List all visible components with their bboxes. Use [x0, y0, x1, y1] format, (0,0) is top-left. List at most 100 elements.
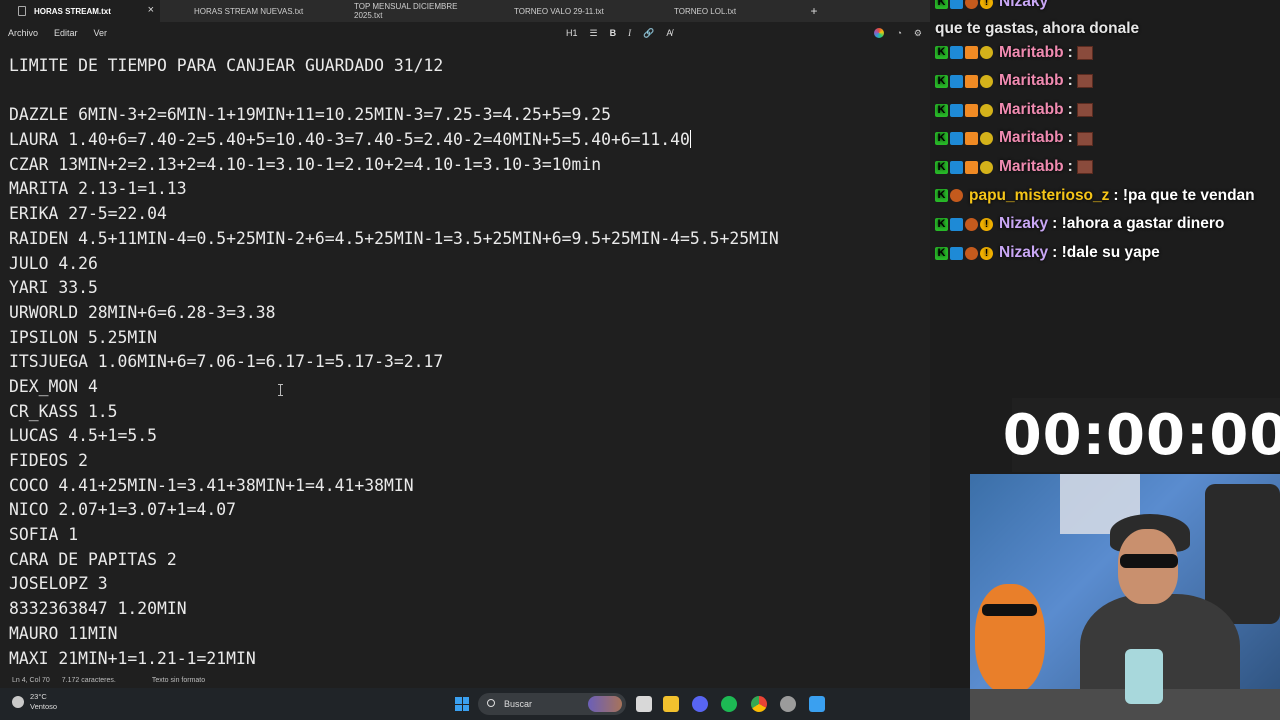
chat-message: K! Nizaky : !dale su yape — [935, 239, 1280, 268]
badge-icon: ! — [980, 0, 993, 9]
weather-widget[interactable]: 23°C Ventoso — [30, 692, 57, 712]
search-icon — [487, 699, 495, 707]
chat-message: K! Nizaky : !ahora a gastar dinero — [935, 210, 1280, 239]
discord-icon[interactable] — [692, 696, 708, 712]
editor-line: DEX_MON 4 — [9, 376, 98, 396]
tab-label: TORNEO VALO 29-11.txt — [514, 6, 604, 16]
chat-message: K Maritabb : — [935, 153, 1280, 182]
badge-icon — [965, 0, 978, 9]
settings-app-icon[interactable] — [780, 696, 796, 712]
heading-dropdown[interactable]: H1 — [566, 28, 578, 38]
chat-username: papu_misterioso_z — [969, 186, 1110, 204]
taskbar-search[interactable]: Buscar — [478, 693, 626, 715]
tab-horas-stream[interactable]: HORAS STREAM.txt × — [0, 0, 160, 22]
tab-top-mensual[interactable]: TOP MENSUAL DICIEMBRE 2025.txt — [320, 0, 480, 22]
chat-username: Maritabb — [999, 72, 1064, 90]
badge-icon: K — [935, 217, 948, 231]
tab-bar: HORAS STREAM.txt × HORAS STREAM NUEVAS.t… — [0, 0, 930, 22]
list-icon[interactable]: ☰ — [590, 28, 598, 39]
chat-message-text: que te gastas, ahora donale — [935, 19, 1140, 37]
copilot-icon[interactable] — [874, 28, 885, 38]
chat-message: K papu_misterioso_z : !pa que te vendan — [935, 182, 1280, 211]
emote-icon — [1076, 160, 1093, 175]
chat-username: Nizaky — [999, 0, 1049, 10]
document-icon — [18, 6, 26, 16]
tab-torneo-valo[interactable]: TORNEO VALO 29-11.txt — [480, 0, 640, 22]
badge-icon — [980, 46, 993, 60]
cursor-position: Ln 4, Col 70 — [12, 676, 50, 684]
chrome-icon[interactable] — [751, 696, 767, 712]
new-tab-button[interactable]: + — [804, 4, 824, 18]
temperature: 23°C — [30, 692, 47, 701]
badge-icon — [950, 160, 963, 174]
menu-view[interactable]: Ver — [86, 28, 116, 38]
chat-text: : !ahora a gastar dinero — [1052, 215, 1225, 233]
menu-bar: Archivo Editar Ver — [0, 22, 930, 44]
chat-username: Nizaky — [999, 215, 1049, 233]
notepad-app-icon[interactable] — [809, 696, 825, 712]
emote-icon — [1076, 45, 1093, 60]
editor-line: NICO 2.07+1=3.07+1=4.07 — [9, 500, 236, 520]
editor-line-active: LAURA 1.40+6=7.40-2=5.40+5=10.40-3=7.40-… — [9, 128, 930, 153]
tab-label: HORAS STREAM NUEVAS.txt — [194, 6, 304, 16]
badge-icon — [965, 46, 978, 60]
editor-line: LIMITE DE TIEMPO PARA CANJEAR GUARDADO 3… — [9, 56, 444, 75]
editor-line: LUCAS 4.5+1=5.5 — [9, 426, 158, 446]
taskbar: 23°C Ventoso Buscar — [0, 688, 970, 720]
chat-text: : — [1067, 100, 1073, 118]
chat-text: : !pa que te vendan — [1113, 186, 1255, 204]
chat-text: : — [1067, 129, 1073, 147]
tab-horas-stream-nuevas[interactable]: HORAS STREAM NUEVAS.txt — [160, 0, 320, 22]
badge-icon — [950, 217, 963, 231]
webcam-cup — [1125, 649, 1163, 704]
editor-line: SOFIA 1 — [9, 525, 79, 545]
badge-icon: K — [935, 0, 948, 9]
bold-button[interactable]: B — [610, 28, 617, 38]
ibeam-cursor-icon — [278, 384, 285, 396]
badge-icon — [980, 132, 993, 146]
badge-icon — [965, 132, 978, 146]
text-editor[interactable]: LIMITE DE TIEMPO PARA CANJEAR GUARDADO 3… — [0, 54, 930, 670]
search-highlight-icon — [588, 696, 622, 712]
task-view-icon[interactable] — [636, 696, 652, 712]
chat-text: : — [1067, 43, 1073, 61]
badge-icon — [950, 46, 963, 60]
badge-icon — [965, 217, 978, 231]
clear-format-icon[interactable]: A̸ — [666, 28, 672, 38]
editor-line: ITSJUEGA 1.06MIN+6=7.06-1=6.17-1=5.17-3=… — [9, 352, 444, 372]
editor-line: FIDEOS 2 — [9, 451, 88, 470]
status-bar: Ln 4, Col 70 7.172 caracteres. Texto sin… — [0, 672, 930, 688]
editor-line: MAURO 11MIN — [9, 623, 118, 643]
editor-line: COCO 4.41+25MIN-1=3.41+38MIN+1=4.41+38MI… — [9, 475, 414, 495]
editor-line-text: LAURA 1.40+6=7.40-2=5.40+5=10.40-3=7.40-… — [9, 130, 690, 150]
close-tab-icon[interactable]: × — [148, 4, 154, 16]
tab-torneo-lol[interactable]: TORNEO LOL.txt — [640, 0, 800, 22]
menu-edit[interactable]: Editar — [46, 28, 86, 38]
badge-icon — [965, 74, 978, 88]
editor-line: CZAR 13MIN+2=2.13+2=4.10-1=3.10-1=2.10+2… — [9, 154, 602, 174]
stream-timer: 00:00:00 — [1003, 398, 1280, 472]
badge-icon — [950, 103, 963, 117]
menu-file[interactable]: Archivo — [0, 28, 46, 38]
file-explorer-icon[interactable] — [663, 696, 679, 712]
windows-start-icon[interactable] — [455, 697, 469, 711]
spotify-icon[interactable] — [721, 696, 737, 712]
account-icon[interactable]: ◔ — [896, 28, 901, 38]
webcam-sunglasses — [1120, 554, 1178, 568]
editor-line: ERIKA 27-5=22.04 — [9, 204, 167, 224]
chat-username: Maritabb — [999, 129, 1064, 147]
screen: HORAS STREAM.txt × HORAS STREAM NUEVAS.t… — [0, 0, 1280, 720]
emote-icon — [1076, 131, 1093, 146]
editor-line: MARITA 2.13-1=1.13 — [9, 179, 187, 199]
settings-icon[interactable]: ⚙ — [914, 28, 922, 39]
weather-icon[interactable] — [12, 696, 24, 708]
format-toolbar: H1 ☰ B I 🔗 A̸ — [566, 22, 672, 44]
badge-icon: K — [935, 189, 948, 203]
chat-message: K ! Nizaky — [935, 0, 1280, 17]
editor-line: CR_KASS 1.5 — [9, 401, 118, 421]
badge-icon — [950, 246, 963, 260]
link-icon[interactable]: 🔗 — [643, 28, 654, 39]
webcam-plush-glasses — [982, 604, 1037, 616]
italic-button[interactable]: I — [628, 28, 631, 38]
